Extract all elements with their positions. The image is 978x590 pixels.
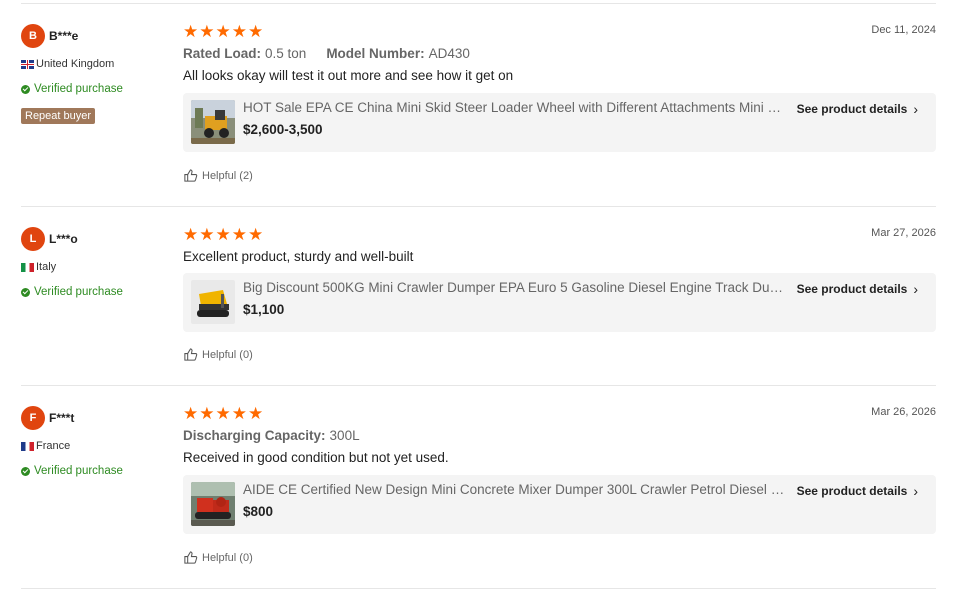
reviewer-country: France — [21, 439, 171, 453]
helpful-label: Helpful (2) — [202, 169, 253, 182]
product-thumbnail[interactable] — [191, 280, 235, 324]
reviewer-name: B***e — [49, 29, 79, 43]
star-icon: ★ — [215, 22, 231, 41]
review-content: ★ ★ ★ ★ ★ Mar 26, 2026 Discharging Capacity:… — [183, 404, 936, 534]
star-icon: ★ — [215, 404, 231, 423]
star-icon: ★ — [215, 225, 231, 244]
review-text: Received in good condition but not yet u… — [183, 450, 449, 465]
star-icon: ★ — [199, 22, 215, 41]
top-divider — [21, 3, 936, 4]
country-name: United Kingdom — [36, 58, 115, 70]
avatar: B — [21, 24, 45, 48]
product-price: $2,600-3,500 — [243, 122, 323, 137]
review-text: All looks okay will test it out more and… — [183, 68, 514, 83]
avatar: F — [21, 406, 45, 430]
review-content: ★ ★ ★ ★ ★ Dec 11, 2024 Rated Load: 0.5 ton Mo… — [183, 22, 936, 152]
review-card: B B***e United Kingdom Verified purchase… — [21, 22, 936, 207]
verified-label: Verified purchase — [34, 465, 123, 477]
attribute-model-number: Model Number: AD430 — [326, 45, 470, 61]
verified-check-icon — [21, 466, 30, 476]
star-icon: ★ — [231, 404, 247, 423]
country-name: France — [36, 440, 71, 452]
product-card[interactable]: Big Discount 500KG Mini Crawler Dumper E… — [183, 273, 936, 332]
chevron-right-icon: › — [913, 483, 918, 499]
thumbs-up-icon — [184, 551, 198, 564]
review-divider — [21, 385, 936, 386]
verified-label: Verified purchase — [34, 83, 123, 95]
reviewer-name: F***t — [49, 411, 75, 425]
reviewer-country: United Kingdom — [21, 57, 171, 71]
star-icon: ★ — [248, 225, 264, 244]
helpful-button[interactable]: Helpful (2) — [183, 168, 253, 183]
review-date: Mar 26, 2026 — [871, 406, 936, 418]
review-text: Excellent product, sturdy and well-built — [183, 249, 414, 264]
review-card: L L***o Italy Verified purchase ★ ★ ★ ★ ★ Ma… — [21, 225, 936, 386]
verified-purchase: Verified purchase — [21, 464, 171, 478]
star-icon: ★ — [231, 22, 247, 41]
star-icon: ★ — [183, 22, 199, 41]
helpful-label: Helpful (0) — [202, 348, 253, 361]
verified-check-icon — [21, 287, 30, 297]
attribute-discharging-capacity: Discharging Capacity: 300L — [183, 427, 360, 443]
avatar: L — [21, 227, 45, 251]
star-icon: ★ — [183, 404, 199, 423]
star-icon: ★ — [248, 404, 264, 423]
product-attributes: Discharging Capacity: 300L — [183, 426, 936, 444]
repeat-buyer-badge: Repeat buyer — [21, 108, 96, 124]
chevron-right-icon: › — [913, 281, 918, 297]
review-divider — [21, 588, 936, 589]
product-card[interactable]: AIDE CE Certified New Design Mini Concre… — [183, 475, 936, 534]
italy-flag-icon — [21, 262, 34, 272]
product-thumbnail[interactable] — [191, 100, 235, 144]
product-title[interactable]: HOT Sale EPA CE China Mini Skid Steer Lo… — [243, 100, 788, 115]
france-flag-icon — [21, 441, 34, 451]
product-card[interactable]: HOT Sale EPA CE China Mini Skid Steer Lo… — [183, 93, 936, 152]
product-attributes: Rated Load: 0.5 ton Model Number: AD430 — [183, 44, 936, 62]
reviewer-info: B B***e United Kingdom Verified purchase… — [21, 24, 171, 124]
see-product-details-link[interactable]: See product details › — [797, 101, 918, 117]
review-date: Mar 27, 2026 — [871, 227, 936, 239]
star-icon: ★ — [248, 22, 264, 41]
uk-flag-icon — [21, 59, 34, 69]
reviewer-info: F F***t France Verified purchase — [21, 406, 171, 478]
helpful-button[interactable]: Helpful (0) — [183, 347, 253, 362]
review-card: F F***t France Verified purchase ★ ★ ★ ★ ★ M… — [21, 404, 936, 589]
verified-purchase: Verified purchase — [21, 82, 171, 96]
product-price: $1,100 — [243, 302, 285, 317]
reviewer-info: L L***o Italy Verified purchase — [21, 227, 171, 299]
product-thumbnail[interactable] — [191, 482, 235, 526]
verified-label: Verified purchase — [34, 286, 123, 298]
product-title[interactable]: Big Discount 500KG Mini Crawler Dumper E… — [243, 280, 788, 295]
product-price: $800 — [243, 504, 274, 519]
helpful-label: Helpful (0) — [202, 551, 253, 564]
reviewer-country: Italy — [21, 260, 171, 274]
star-icon: ★ — [199, 404, 215, 423]
star-icon: ★ — [231, 225, 247, 244]
star-rating: ★ ★ ★ ★ ★ — [183, 225, 936, 244]
product-title[interactable]: AIDE CE Certified New Design Mini Concre… — [243, 482, 788, 497]
see-product-details-link[interactable]: See product details › — [797, 281, 918, 297]
verified-check-icon — [21, 84, 30, 94]
review-content: ★ ★ ★ ★ ★ Mar 27, 2026 Excellent product, st… — [183, 225, 936, 332]
reviewer-name: L***o — [49, 232, 78, 246]
verified-purchase: Verified purchase — [21, 285, 171, 299]
star-icon: ★ — [199, 225, 215, 244]
chevron-right-icon: › — [913, 101, 918, 117]
star-icon: ★ — [183, 225, 199, 244]
star-rating: ★ ★ ★ ★ ★ — [183, 404, 936, 423]
attribute-rated-load: Rated Load: 0.5 ton — [183, 45, 307, 61]
star-rating: ★ ★ ★ ★ ★ — [183, 22, 936, 41]
see-product-details-link[interactable]: See product details › — [797, 483, 918, 499]
review-divider — [21, 206, 936, 207]
thumbs-up-icon — [184, 348, 198, 361]
thumbs-up-icon — [184, 169, 198, 182]
helpful-button[interactable]: Helpful (0) — [183, 550, 253, 565]
review-date: Dec 11, 2024 — [871, 24, 936, 36]
country-name: Italy — [36, 261, 57, 273]
